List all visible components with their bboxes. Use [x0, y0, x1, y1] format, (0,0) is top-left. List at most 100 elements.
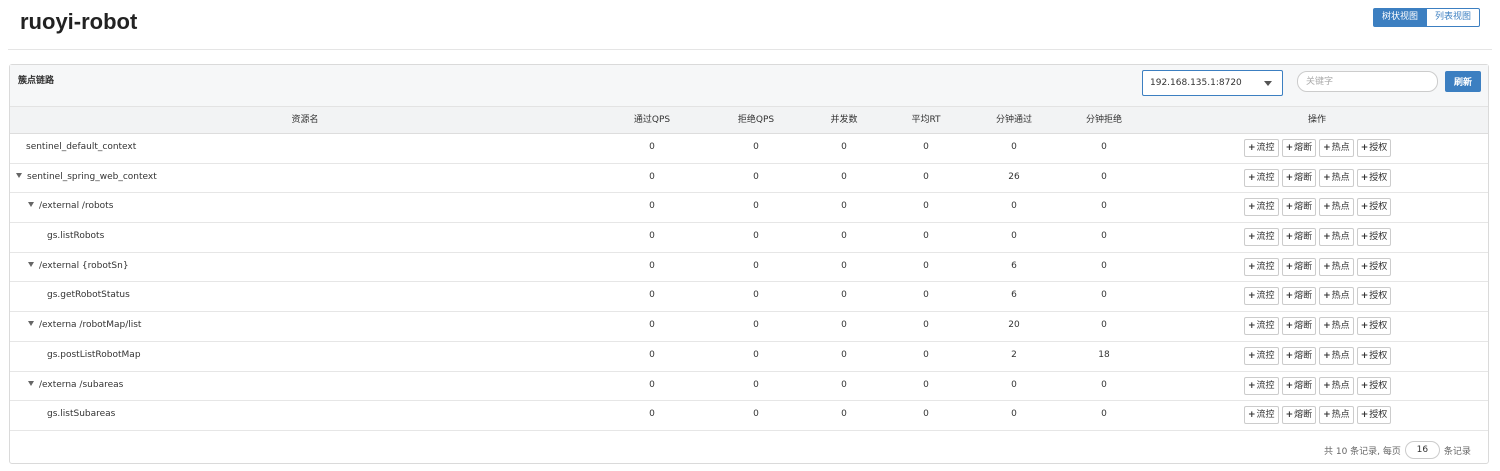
cell-resource-name: /externa /robotMap/list [28, 312, 600, 338]
page-title: ruoyi-robot [20, 9, 138, 34]
plus-icon: + [1323, 202, 1331, 213]
hotspot-rule-button[interactable]: +热点 [1319, 376, 1354, 395]
caret-down-icon[interactable] [28, 321, 34, 327]
cell-minute-block: 0 [1101, 171, 1107, 182]
auth-rule-button[interactable]: +授权 [1356, 406, 1392, 425]
caret-down-icon[interactable] [28, 202, 34, 208]
cell-minute-pass: 0 [1011, 231, 1017, 242]
cell-pass-qps: 0 [649, 409, 655, 420]
plus-icon: + [1248, 291, 1256, 302]
plus-icon: + [1285, 261, 1294, 272]
cell-minute-block: 0 [1101, 142, 1107, 152]
cell-block-qps: 0 [753, 379, 759, 390]
hotspot-rule-button[interactable]: +热点 [1319, 168, 1354, 187]
degrade-rule-button[interactable]: +熔断 [1281, 406, 1317, 425]
auth-rule-button[interactable]: +授权 [1356, 287, 1392, 306]
refresh-button[interactable]: 刷新 [1445, 71, 1481, 92]
degrade-rule-button[interactable]: +熔断 [1281, 287, 1317, 306]
degrade-rule-button[interactable]: +熔断 [1281, 376, 1317, 395]
flow-rule-button[interactable]: +流控 [1244, 198, 1279, 217]
plus-icon: + [1285, 232, 1294, 243]
cell-avg-rt: 0 [923, 171, 929, 182]
page-header: ruoyi-robot 树状视图 列表视图 [0, 0, 1500, 50]
auth-rule-button[interactable]: +授权 [1356, 257, 1392, 276]
degrade-rule-button[interactable]: +熔断 [1281, 317, 1317, 336]
flow-rule-button[interactable]: +流控 [1244, 317, 1279, 336]
auth-rule-button[interactable]: +授权 [1356, 139, 1392, 157]
pagination-total-text: 共 10 条记录, 每页 [1324, 446, 1401, 457]
cell-resource-name: sentinel_default_context [26, 134, 600, 160]
cell-minute-block: 0 [1101, 290, 1107, 301]
degrade-rule-button[interactable]: +熔断 [1281, 168, 1317, 187]
action-label: 热点 [1331, 350, 1350, 361]
flow-rule-button[interactable]: +流控 [1244, 257, 1279, 276]
degrade-rule-button[interactable]: +熔断 [1281, 346, 1317, 365]
flow-rule-button[interactable]: +流控 [1244, 406, 1279, 425]
hotspot-rule-button[interactable]: +热点 [1319, 228, 1354, 247]
auth-rule-button[interactable]: +授权 [1356, 346, 1392, 365]
resource-table: 资源名 通过QPS 拒绝QPS 并发数 平均RT 分钟通过 分钟拒绝 操作 se… [10, 107, 1488, 431]
action-label: 熔断 [1294, 380, 1313, 391]
caret-down-icon[interactable] [16, 172, 22, 178]
caret-down-icon[interactable] [28, 261, 34, 267]
plus-icon: + [1360, 350, 1369, 361]
auth-rule-button[interactable]: +授权 [1356, 198, 1392, 217]
row-actions: +流控 +熔断 +热点 +授权 [1244, 376, 1392, 395]
hotspot-rule-button[interactable]: +热点 [1319, 346, 1354, 365]
auth-rule-button[interactable]: +授权 [1356, 317, 1392, 336]
plus-icon: + [1285, 410, 1294, 421]
flow-rule-button[interactable]: +流控 [1244, 376, 1279, 395]
tree-view-button[interactable]: 树状视图 [1373, 8, 1428, 27]
list-view-button[interactable]: 列表视图 [1427, 8, 1481, 27]
cell-minute-block: 0 [1101, 320, 1107, 331]
degrade-rule-button[interactable]: +熔断 [1281, 257, 1317, 276]
hotspot-rule-button[interactable]: +热点 [1319, 406, 1354, 425]
page-size-input[interactable] [1404, 441, 1440, 459]
hotspot-rule-button[interactable]: +热点 [1319, 287, 1354, 306]
cell-concurrency: 0 [841, 320, 847, 331]
cell-block-qps: 0 [753, 349, 759, 360]
keyword-search-input[interactable] [1297, 71, 1438, 92]
column-header-concurrency: 并发数 [830, 115, 858, 125]
cell-resource-name: gs.postListRobotMap [47, 342, 600, 368]
cell-block-qps: 0 [753, 142, 759, 152]
hotspot-rule-button[interactable]: +热点 [1319, 317, 1354, 336]
auth-rule-button[interactable]: +授权 [1356, 376, 1392, 395]
machine-select[interactable]: 192.168.135.1:8720 [1142, 70, 1283, 96]
auth-rule-button[interactable]: +授权 [1356, 168, 1392, 187]
plus-icon: + [1323, 380, 1331, 391]
cell-concurrency: 0 [841, 409, 847, 420]
degrade-rule-button[interactable]: +熔断 [1281, 198, 1317, 217]
cell-minute-block: 0 [1101, 231, 1107, 242]
cell-pass-qps: 0 [649, 171, 655, 182]
flow-rule-button[interactable]: +流控 [1244, 139, 1279, 157]
hotspot-rule-button[interactable]: +热点 [1319, 198, 1354, 217]
flow-rule-button[interactable]: +流控 [1244, 287, 1279, 306]
flow-rule-button[interactable]: +流控 [1244, 346, 1279, 365]
cell-minute-pass: 20 [1008, 320, 1020, 331]
panel-title: 簇点链路 [18, 76, 55, 86]
flow-rule-button[interactable]: +流控 [1244, 228, 1279, 247]
action-label: 熔断 [1294, 261, 1313, 272]
degrade-rule-button[interactable]: +熔断 [1281, 139, 1317, 157]
action-label: 流控 [1256, 232, 1275, 243]
action-label: 授权 [1369, 261, 1388, 272]
row-actions: +流控 +熔断 +热点 +授权 [1244, 406, 1392, 425]
hotspot-rule-button[interactable]: +热点 [1319, 139, 1354, 157]
auth-rule-button[interactable]: +授权 [1356, 228, 1392, 247]
cell-pass-qps: 0 [649, 349, 655, 360]
flow-rule-button[interactable]: +流控 [1244, 168, 1279, 187]
caret-down-icon[interactable] [28, 380, 34, 386]
plus-icon: + [1323, 143, 1331, 153]
resource-name-text: gs.listRobots [47, 231, 105, 242]
hotspot-rule-button[interactable]: +热点 [1319, 257, 1354, 276]
plus-icon: + [1323, 232, 1331, 243]
plus-icon: + [1285, 350, 1294, 361]
action-label: 热点 [1331, 172, 1350, 183]
table-body: sentinel_default_context 0 0 0 0 0 0 +流控 +熔断 +热点 +… [10, 134, 1488, 431]
cell-avg-rt: 0 [923, 201, 929, 212]
row-actions: +流控 +熔断 +热点 +授权 [1244, 139, 1392, 157]
resource-name-text: gs.getRobotStatus [47, 290, 130, 301]
action-label: 授权 [1369, 291, 1388, 302]
degrade-rule-button[interactable]: +熔断 [1281, 228, 1317, 247]
